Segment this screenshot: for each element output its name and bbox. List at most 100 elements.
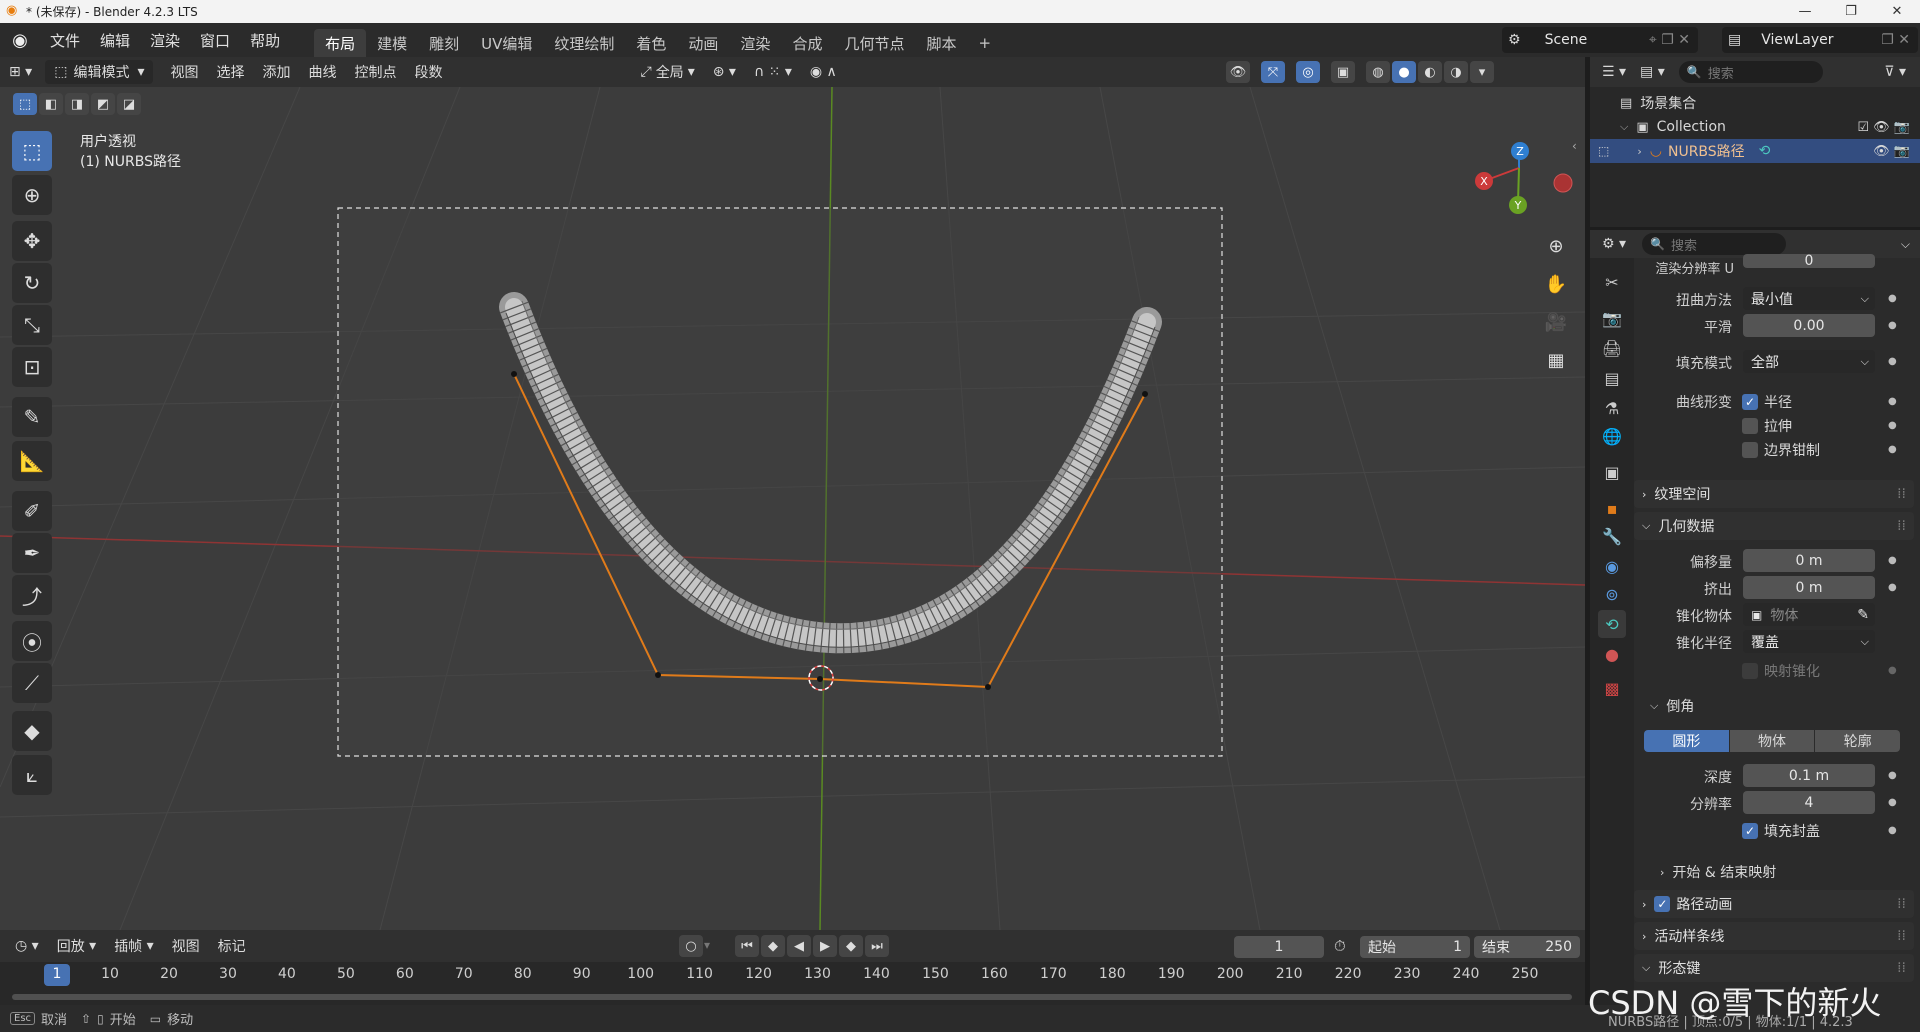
close-icon[interactable]: ✕ (1874, 0, 1920, 23)
select-subtract-icon[interactable]: ◨ (65, 93, 89, 115)
menu-view[interactable]: 视图 (161, 57, 207, 87)
texture-space-panel[interactable]: › 纹理空间 ⁞⁞ (1634, 480, 1914, 508)
resolution-field[interactable]: 4 (1743, 791, 1875, 814)
shading-rendered-icon[interactable]: ◑ (1444, 61, 1468, 83)
rotate-tool-icon[interactable]: ↻ (12, 263, 52, 303)
play-icon[interactable]: ▶ (813, 935, 837, 957)
ortho-grid-icon[interactable]: ▦ (1539, 343, 1573, 377)
xray-icon[interactable]: ▣ (1331, 61, 1355, 83)
smooth-field[interactable]: 0.00 (1743, 314, 1875, 337)
pen-tool-icon[interactable]: ✒ (12, 533, 52, 573)
taper-radius-dropdown[interactable]: 覆盖 ⌵ (1743, 630, 1875, 653)
gizmo-toggle-icon[interactable]: ⤧ (1261, 61, 1285, 83)
auto-keying-icon[interactable]: ○ (679, 935, 703, 957)
menu-window[interactable]: 窗口 (190, 23, 240, 57)
object-toggles[interactable]: 👁 📷 (1873, 144, 1910, 159)
extrude-tool-icon[interactable]: ⤴ (12, 575, 52, 615)
cursor-tool-icon[interactable]: ⊕ (12, 175, 52, 215)
twist-method-dropdown[interactable]: 最小值 ⌵ (1743, 287, 1875, 310)
properties-search[interactable]: 🔍 搜索 (1642, 233, 1787, 255)
pin-icon[interactable]: ⌖ ❐ ✕ (1649, 32, 1690, 48)
props-options-icon[interactable]: ⌵ (1901, 237, 1910, 252)
drag-handle-icon[interactable]: ⁞⁞ (1897, 486, 1906, 502)
menu-select[interactable]: 选择 (207, 57, 253, 87)
start-end-mapping-subpanel[interactable]: › 开始 & 结束映射 (1660, 862, 1776, 882)
visibility-icon[interactable]: 👁 (1226, 61, 1250, 83)
render-resolution-field[interactable]: 0 (1743, 253, 1875, 269)
clock-icon[interactable]: ⏱ (1334, 937, 1346, 955)
overlay-toggle-icon[interactable]: ◎ (1296, 61, 1320, 83)
outliner-scene-collection[interactable]: ▤ 场景集合 (1590, 91, 1920, 115)
menu-render[interactable]: 渲染 (140, 23, 190, 57)
offset-field[interactable]: 0 m (1743, 549, 1875, 572)
end-frame-field[interactable]: 结束 250 (1474, 936, 1580, 958)
camera-view-icon[interactable]: 🎥 (1539, 305, 1573, 339)
shading-solid-icon[interactable]: ● (1392, 61, 1416, 83)
minimize-icon[interactable]: — (1782, 0, 1828, 23)
timeline-scrollbar[interactable] (12, 994, 1572, 1000)
menu-curve[interactable]: 曲线 (299, 57, 345, 87)
outliner-editor-icon[interactable]: ☰ ▾ (1602, 64, 1626, 80)
control-point-4[interactable] (985, 684, 991, 690)
randomize-tool-icon[interactable]: ◆ (12, 711, 52, 751)
tab-uv-editing[interactable]: UV编辑 (470, 29, 543, 57)
shading-wireframe-icon[interactable]: ◍ (1366, 61, 1390, 83)
menu-edit[interactable]: 编辑 (90, 23, 140, 57)
eyedropper-icon[interactable]: ✎ (1857, 607, 1869, 623)
active-spline-panel[interactable]: › 活动样条线 ⁞⁞ (1634, 922, 1914, 950)
depth-field[interactable]: 0.1 m (1743, 764, 1875, 787)
tab-layout[interactable]: 布局 (314, 29, 367, 57)
stretch-checkbox[interactable] (1742, 418, 1758, 434)
add-workspace-icon[interactable]: + (967, 29, 1002, 57)
viewport-canvas[interactable]: Z X Y (0, 87, 1585, 930)
zoom-icon[interactable]: ⊕ (1539, 229, 1573, 263)
draw-tool-icon[interactable]: ✐ (12, 491, 52, 531)
timeline-area[interactable]: 1 10 20 30 40 50 60 70 80 90 100 110 120 130 140 150 160… (0, 962, 1585, 1005)
bounds-clamp-checkbox[interactable] (1742, 442, 1758, 458)
radius-checkbox[interactable]: ✓ (1742, 394, 1758, 410)
collection-toggles[interactable]: ☑ 👁 📷 (1857, 120, 1910, 135)
taper-object-field[interactable]: ▣ 物体 ✎ (1743, 603, 1875, 626)
view-layer-selector[interactable]: ▤ ViewLayer ❐ ✕ (1722, 27, 1918, 53)
geometry-panel[interactable]: ⌵ 几何数据 ⁞⁞ (1634, 512, 1914, 540)
tab-scripting[interactable]: 脚本 (915, 29, 967, 57)
bevel-tab-profile[interactable]: 轮廓 (1815, 730, 1901, 752)
collection-tab-icon[interactable]: ▣ (1598, 458, 1626, 486)
tab-sculpting[interactable]: 雕刻 (418, 29, 470, 57)
menu-segments[interactable]: 段数 (405, 57, 451, 87)
timeline-editor-icon[interactable]: ◷ ▾ (6, 931, 48, 961)
scene-selector[interactable]: ⚙ Scene ⌖ ❐ ✕ (1502, 27, 1698, 53)
drag-handle-icon[interactable]: ⁞⁞ (1897, 518, 1906, 534)
outliner-object-row[interactable]: ⬚ › ◡ NURBS路径 ⟲ 👁 📷 (1590, 139, 1920, 163)
drag-handle-icon[interactable]: ⁞⁞ (1897, 960, 1906, 976)
shading-material-icon[interactable]: ◐ (1418, 61, 1442, 83)
move-tool-icon[interactable]: ✥ (12, 221, 52, 261)
expand-right-icon[interactable]: › (1637, 145, 1641, 158)
tab-texture-paint[interactable]: 纹理绘制 (543, 29, 625, 57)
path-animation-checkbox[interactable]: ✓ (1654, 896, 1671, 912)
start-frame-field[interactable]: 起始 1 (1360, 936, 1470, 958)
expand-down-icon[interactable]: ⌵ (1620, 120, 1628, 134)
play-reverse-icon[interactable]: ◀ (787, 935, 811, 957)
menu-control-points[interactable]: 控制点 (345, 57, 405, 87)
editor-type-icon[interactable]: ⊞ ▾ (0, 57, 41, 87)
jump-keyframe-back-icon[interactable]: ◆ (761, 935, 785, 957)
bevel-tab-object[interactable]: 物体 (1729, 730, 1815, 752)
timeline-ruler[interactable]: 1 10 20 30 40 50 60 70 80 90 100 110 120 130 140 150 160… (0, 962, 1585, 988)
object-tab-icon[interactable]: ▪ (1598, 494, 1626, 522)
select-intersect-icon[interactable]: ◪ (117, 93, 141, 115)
sidebar-toggle-icon[interactable]: ‹ (1572, 139, 1577, 153)
tab-modeling[interactable]: 建模 (366, 29, 418, 57)
select-extend-icon[interactable]: ◧ (39, 93, 63, 115)
drag-handle-icon[interactable]: ⁞⁞ (1897, 896, 1906, 912)
modifier-tab-icon[interactable]: 🔧 (1598, 522, 1626, 550)
menu-help[interactable]: 帮助 (240, 23, 290, 57)
display-mode-icon[interactable]: ▤ ▾ (1640, 64, 1665, 80)
current-frame-field[interactable]: 1 (1234, 936, 1324, 958)
pivot-point-icon[interactable]: ⊛ ▾ (704, 57, 745, 87)
outliner-collection[interactable]: ⌵ ▣ Collection ☑ 👁 📷 (1590, 115, 1920, 139)
scale-tool-icon[interactable]: ⤡ (12, 305, 52, 345)
proportional-edit-icon[interactable]: ◉ ∧ (801, 57, 846, 87)
measure-tool-icon[interactable]: 📐 (12, 441, 52, 481)
tab-rendering[interactable]: 渲染 (729, 29, 781, 57)
